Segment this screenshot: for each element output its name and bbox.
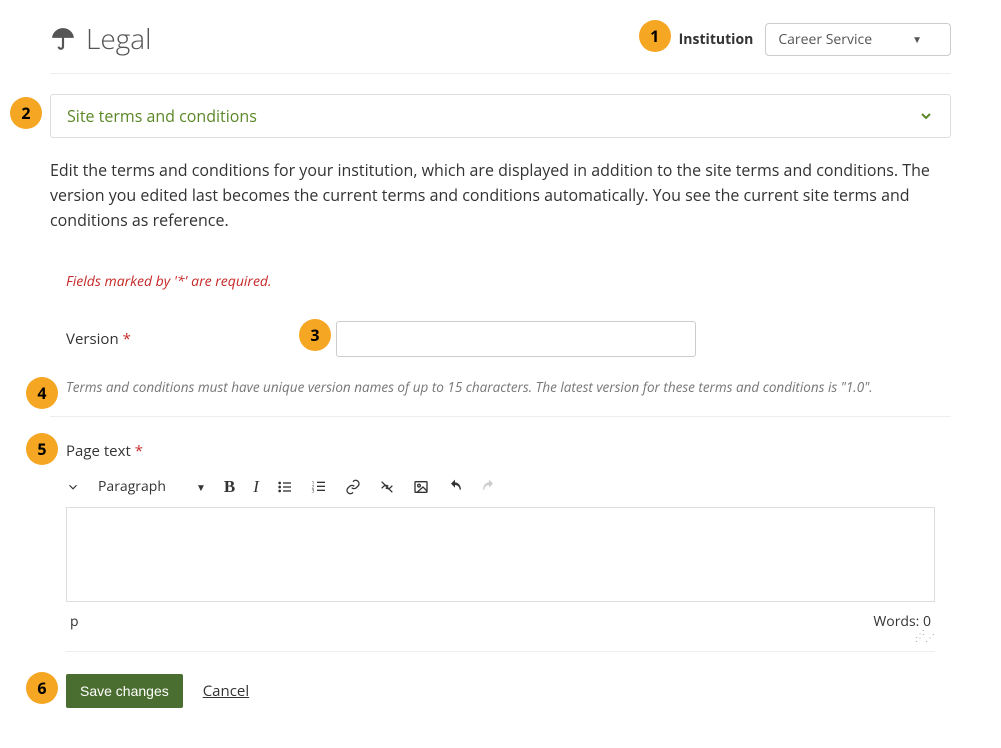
save-button[interactable]: Save changes: [66, 674, 183, 708]
chevron-down-icon: [918, 108, 934, 124]
undo-button[interactable]: [447, 479, 463, 495]
svg-text:3: 3: [312, 488, 315, 494]
pagetext-label: Page text *: [50, 441, 951, 461]
redo-button[interactable]: [481, 479, 497, 495]
annotation-2: 2: [10, 97, 42, 129]
required-fields-note: Fields marked by '*' are required.: [50, 272, 951, 291]
unlink-button[interactable]: [379, 479, 395, 495]
institution-select[interactable]: Career Service ▼: [765, 23, 951, 56]
version-label: Version *: [66, 329, 336, 349]
accordion-title: Site terms and conditions: [67, 105, 257, 127]
cancel-button[interactable]: Cancel: [203, 681, 249, 701]
description-text: Edit the terms and conditions for your i…: [50, 158, 951, 232]
editor-textarea[interactable]: [66, 507, 935, 602]
numbered-list-button[interactable]: 123: [311, 479, 327, 495]
italic-button[interactable]: I: [253, 477, 259, 497]
page-title: Legal: [50, 20, 151, 58]
image-button[interactable]: [413, 479, 429, 495]
toolbar-expand-icon[interactable]: [66, 480, 80, 494]
version-help-text: Terms and conditions must have unique ve…: [50, 377, 951, 416]
annotation-5: 5: [26, 433, 58, 465]
link-button[interactable]: [345, 479, 361, 495]
editor-path: p: [70, 612, 79, 631]
page-title-text: Legal: [86, 20, 151, 58]
dropdown-caret-icon: ▼: [912, 32, 922, 46]
bullet-list-button[interactable]: [277, 479, 293, 495]
institution-selected: Career Service: [778, 30, 872, 49]
editor-toolbar: Paragraph ▼ B I 123: [50, 471, 951, 507]
accordion-site-terms[interactable]: Site terms and conditions: [50, 94, 951, 138]
umbrella-icon: [50, 26, 76, 52]
annotation-6: 6: [26, 672, 58, 704]
resize-handle-icon[interactable]: ⋰⋰⋰: [915, 631, 935, 639]
format-caret-icon: ▼: [196, 480, 206, 494]
version-input[interactable]: [336, 321, 696, 357]
bold-button[interactable]: B: [224, 477, 235, 497]
format-select[interactable]: Paragraph ▼: [98, 477, 206, 496]
institution-label: Institution: [679, 30, 754, 49]
annotation-1: 1: [639, 20, 671, 52]
